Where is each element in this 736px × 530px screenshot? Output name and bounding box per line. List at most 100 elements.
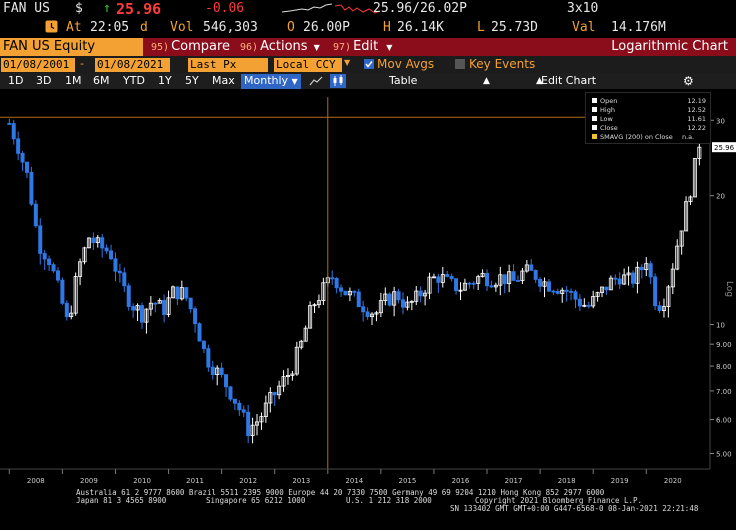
collapse-left-icon[interactable]: ▲	[483, 74, 490, 88]
key-events-checkbox[interactable]	[455, 59, 465, 69]
field-selector[interactable]: Last Px	[188, 58, 268, 72]
mov-avgs-checkbox[interactable]	[364, 59, 374, 69]
x-tick-label: 2014	[345, 477, 363, 485]
range-1d[interactable]: 1D	[8, 74, 23, 88]
range-3d[interactable]: 3D	[36, 74, 51, 88]
open-price: 26.00P	[303, 20, 350, 35]
candle-down	[436, 276, 441, 283]
range-6m[interactable]: 6M	[93, 74, 110, 88]
edit-chart-button[interactable]: Edit Chart	[541, 74, 596, 88]
candle-down	[400, 299, 405, 308]
candle-down	[630, 272, 635, 284]
mov-avgs-label: Mov Avgs	[377, 57, 435, 71]
legend-value: 12.19	[687, 97, 706, 105]
x-tick-label: 2009	[80, 477, 98, 485]
candle-down	[387, 293, 392, 306]
candle-down	[20, 153, 25, 163]
candle-down	[551, 290, 556, 293]
candle-down	[193, 308, 198, 325]
candle-down	[334, 278, 339, 289]
candle-down	[33, 203, 38, 227]
candle-down	[29, 172, 34, 205]
compare-menu[interactable]: 95) Compare	[148, 39, 230, 55]
candle-down	[91, 237, 96, 244]
y-axis-scale-label: Log	[724, 281, 734, 297]
candle-down	[237, 402, 242, 411]
candle-down	[11, 123, 16, 140]
footer: Australia 61 2 9777 8600 Brazil 5511 239…	[0, 487, 736, 530]
start-date-field[interactable]: 01/08/2001	[1, 58, 75, 72]
y-tick-label: 9.00	[716, 341, 732, 349]
end-date-field[interactable]: 01/08/2021	[95, 58, 170, 72]
candlestick-icon[interactable]	[330, 74, 346, 88]
legend-value: 12.52	[687, 106, 706, 114]
candle-down	[47, 258, 52, 266]
chart-legend: Open 12.19 High 12.52 Low 11.61 Close 12.22 SMAV…	[585, 92, 711, 144]
actions-menu[interactable]: 96) Actions ▼	[237, 39, 320, 55]
y-tick-label: 8.00	[716, 363, 732, 371]
candle-down	[396, 291, 401, 301]
currency-selector[interactable]: Local CCY	[274, 58, 342, 72]
range-1m[interactable]: 1M	[65, 74, 82, 88]
high-price: 26.14K	[397, 20, 444, 35]
actions-menu-number: 96)	[240, 42, 259, 53]
candle-down	[511, 271, 516, 281]
line-chart-icon[interactable]	[309, 75, 323, 87]
x-axis: 2008 2009 2010 2011 2012 2013 2014 2015 2016 2017…	[0, 468, 710, 485]
legend-label: Close	[600, 124, 618, 132]
x-tick-label: 2019	[611, 477, 629, 485]
legend-swatch	[592, 98, 597, 103]
footer-singapore: Singapore 65 6212 1000	[206, 496, 306, 505]
candle-down	[175, 286, 180, 300]
crosshair	[0, 97, 710, 469]
legend-label: Open	[600, 97, 618, 105]
candle-down	[210, 366, 215, 376]
range-1y[interactable]: 1Y	[158, 74, 172, 88]
candle-down	[246, 411, 251, 436]
sparkline-icon	[282, 3, 332, 13]
y-axis: 30 20 10 9.00 8.00 7.00 6.00 5.00 Log 25.96	[709, 97, 736, 469]
gear-icon[interactable]: ⚙	[683, 74, 694, 88]
candle-down	[529, 264, 534, 271]
candle-down	[153, 302, 158, 305]
y-tick-label: 7.00	[716, 388, 732, 396]
range-max[interactable]: Max	[212, 74, 235, 88]
candle-down	[126, 285, 131, 307]
range-ytd[interactable]: YTD	[123, 74, 145, 88]
params-row: 01/08/2001 - 01/08/2021 Last Px Local CC…	[0, 56, 736, 73]
candle-down	[339, 287, 344, 292]
footer-session-info: SN 133402 GMT GMT+0:00 G447-6568-0 08-Ja…	[450, 504, 699, 513]
table-view-button[interactable]: Table	[389, 74, 417, 88]
candle-down	[206, 348, 211, 368]
candle-down	[577, 298, 582, 307]
open-label: O	[287, 20, 295, 35]
candle-down	[454, 278, 459, 292]
candle-down	[7, 123, 12, 125]
x-tick-label: 2018	[558, 477, 576, 485]
low-price: 25.73D	[491, 20, 538, 35]
candle-down	[42, 253, 47, 260]
y-tick-label: 5.00	[716, 450, 732, 458]
key-events-label: Key Events	[469, 57, 536, 71]
security-field[interactable]: FAN US Equity	[0, 38, 143, 56]
edit-menu[interactable]: 97) Edit ▼	[330, 39, 392, 55]
currency-dropdown-icon[interactable]: ▼	[344, 58, 350, 67]
candle-down	[538, 279, 543, 287]
candle-down	[201, 340, 206, 350]
candle-down	[330, 277, 335, 280]
candle-down	[117, 270, 122, 274]
candle-down	[604, 286, 609, 291]
candle-down	[60, 279, 65, 304]
price-chart[interactable]: 3020109.008.007.006.005.00Log25.96 2008 2…	[0, 89, 736, 489]
range-5y[interactable]: 5Y	[185, 74, 199, 88]
candle-down	[188, 297, 193, 310]
x-tick-label: 2013	[292, 477, 310, 485]
period-selector[interactable]: Monthly ▼	[241, 74, 301, 89]
actions-dropdown-icon: ▼	[313, 43, 320, 52]
candle-down	[361, 306, 366, 313]
quote-time: 22:05	[90, 20, 130, 35]
candle-down	[140, 305, 145, 323]
legend-label: Low	[600, 115, 613, 123]
x-tick-label: 2017	[505, 477, 523, 485]
legend-value: 11.61	[687, 115, 706, 123]
